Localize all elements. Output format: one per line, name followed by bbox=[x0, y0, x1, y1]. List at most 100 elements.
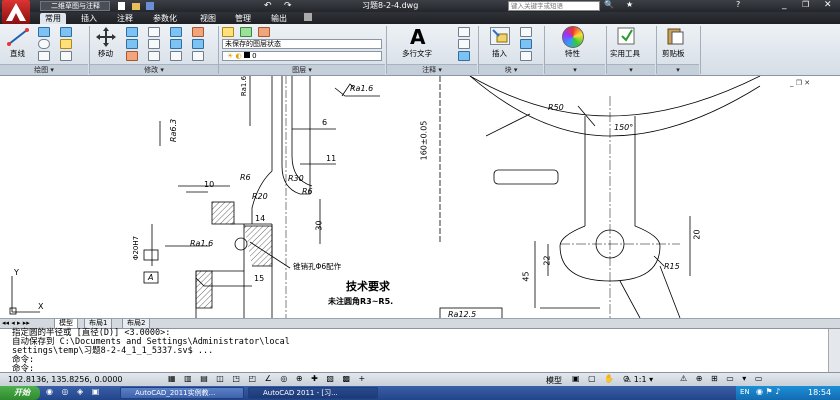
layers-panel-title[interactable]: 图层 ▾ bbox=[219, 64, 385, 75]
attribute-icon[interactable] bbox=[520, 51, 532, 61]
undo-icon[interactable]: ↶ bbox=[264, 1, 272, 11]
dim-ra16-mid: Ra1.6 bbox=[190, 239, 214, 248]
tab-view[interactable]: 视图 bbox=[195, 13, 221, 24]
block-panel-title[interactable]: 块 ▾ bbox=[479, 64, 543, 75]
annotation-panel-title[interactable]: 注释 ▾ bbox=[387, 64, 477, 75]
workspace-selector[interactable]: 二维草图与注释 bbox=[40, 1, 110, 11]
tab-annotate[interactable]: 注释 bbox=[112, 13, 138, 24]
status-tray-icons[interactable]: ⚠ ⊕ ⊞ ▭ ▾ ▭ bbox=[680, 374, 765, 383]
scale-icon[interactable] bbox=[148, 51, 160, 61]
binoculars-icon[interactable]: 🔍 bbox=[604, 0, 614, 9]
ucs-y-label: Y bbox=[14, 268, 19, 277]
tab-manage[interactable]: 管理 bbox=[230, 13, 256, 24]
erase-icon[interactable] bbox=[170, 27, 182, 37]
utilities-panel-title[interactable]: ▾ bbox=[607, 64, 655, 75]
properties-icon[interactable] bbox=[562, 26, 584, 48]
dim-ra16-top: Ra1.6 bbox=[240, 76, 249, 97]
redo-icon[interactable]: ↷ bbox=[284, 1, 292, 11]
explode-icon[interactable] bbox=[170, 39, 182, 49]
dim-phi20: Φ20H7 bbox=[132, 235, 141, 261]
clipboard-panel-title[interactable]: ▾ bbox=[657, 64, 699, 75]
offset-icon[interactable] bbox=[170, 51, 182, 61]
tab-home[interactable]: 常用 bbox=[40, 13, 66, 24]
status-bar: 102.8136, 135.8256, 0.0000 ▦ ▥ ▤ ◫ ◳ ◰ ∠… bbox=[0, 372, 840, 386]
clipboard-icon[interactable] bbox=[665, 26, 685, 46]
hatch-icon[interactable] bbox=[60, 39, 72, 49]
tab-output[interactable]: 输出 bbox=[266, 13, 292, 24]
command-history-line: 命令: bbox=[12, 355, 35, 365]
polyline-icon[interactable] bbox=[38, 27, 50, 37]
layer-properties-icon[interactable] bbox=[222, 27, 234, 37]
annotation-scale[interactable]: ⚠ 1:1 ▾ bbox=[624, 375, 653, 384]
layer-freeze-icon[interactable] bbox=[240, 27, 252, 37]
close-icon[interactable]: ✕ bbox=[824, 0, 832, 10]
utilities-label: 实用工具 bbox=[610, 49, 640, 58]
layer-dropdown[interactable]: ☀ ◐ 0 bbox=[222, 51, 382, 61]
command-window[interactable]: 指定圆的半径或 [直径(D)] <3.0000>: 自动保存到 C:\Docum… bbox=[0, 328, 840, 374]
line-tool-icon[interactable] bbox=[6, 27, 30, 47]
tab-insert[interactable]: 插入 bbox=[76, 13, 102, 24]
properties-panel-title[interactable]: ▾ bbox=[545, 64, 605, 75]
arc-icon[interactable] bbox=[38, 51, 50, 61]
minimize-icon[interactable]: _ bbox=[782, 0, 787, 10]
layer-state-dropdown[interactable]: 未保存的图层状态 bbox=[222, 39, 382, 49]
drafting-toggles: ▦ ▥ ▤ ◫ ◳ ◰ ∠ ◎ ⊕ ✚ ▧ ▩ + bbox=[168, 374, 369, 383]
leader-icon[interactable] bbox=[458, 39, 470, 49]
start-button[interactable]: 开始 bbox=[0, 386, 40, 400]
app-logo-icon[interactable] bbox=[2, 0, 30, 24]
info-icon[interactable]: ★ bbox=[626, 0, 633, 9]
dim-30: 30 bbox=[314, 220, 324, 231]
taskbar-item-tutorial[interactable]: AutoCAD_2011实例教... bbox=[120, 387, 244, 399]
fillet-icon[interactable] bbox=[192, 27, 204, 37]
chamfer-icon[interactable] bbox=[192, 51, 204, 61]
utilities-icon[interactable] bbox=[616, 26, 638, 46]
layout-tab-bar: ◂◂ ◂ ▸ ▸▸ 模型 布局1 布局2 bbox=[0, 318, 840, 329]
modify-panel-title[interactable]: 修改 ▾ bbox=[90, 64, 218, 75]
move-tool-icon[interactable] bbox=[95, 27, 117, 47]
array-icon[interactable] bbox=[192, 39, 204, 49]
rotate-icon[interactable] bbox=[126, 27, 138, 37]
search-input[interactable]: 键入关键字或短语 bbox=[508, 1, 600, 11]
clipboard-label: 剪贴板 bbox=[662, 49, 685, 58]
paste-icon bbox=[667, 28, 684, 45]
dim-11: 11 bbox=[326, 154, 337, 163]
tray-icons[interactable]: ◉ ⚑ ♪ bbox=[756, 387, 780, 396]
tech-requirements-title: 技术要求 bbox=[346, 280, 390, 293]
drawing-canvas[interactable]: _ ❐ ✕ Ra1.6 Ra1.6 6 11 160±0.05 Ra6.3 R6… bbox=[0, 76, 840, 318]
tab-nav-icon[interactable]: ◂◂ ◂ ▸ ▸▸ bbox=[2, 319, 30, 327]
create-block-icon[interactable] bbox=[520, 27, 532, 37]
command-scrollbar[interactable] bbox=[828, 329, 840, 372]
ribbon-toggle-icon[interactable] bbox=[304, 13, 312, 21]
dimension-icon[interactable] bbox=[458, 27, 470, 37]
circle-icon[interactable] bbox=[38, 39, 50, 49]
taskbar-item-autocad[interactable]: AutoCAD 2011 - [习... bbox=[248, 387, 378, 399]
insert-block-icon[interactable] bbox=[490, 27, 510, 45]
layer-iso-icon[interactable] bbox=[258, 27, 270, 37]
trim-icon[interactable] bbox=[148, 27, 160, 37]
windows-taskbar: 开始 ◉ ◎ ◈ ▣ AutoCAD_2011实例教... AutoCAD 20… bbox=[0, 386, 840, 400]
line-icon bbox=[7, 28, 29, 46]
coordinate-readout[interactable]: 102.8136, 135.8256, 0.0000 bbox=[8, 375, 123, 384]
open-icon[interactable] bbox=[132, 3, 140, 10]
table-icon[interactable] bbox=[458, 51, 470, 61]
save-icon[interactable] bbox=[146, 2, 154, 10]
help-icon[interactable]: ? bbox=[736, 0, 740, 9]
restore-icon[interactable]: ❐ bbox=[802, 0, 809, 9]
quicklaunch-icons[interactable]: ◉ ◎ ◈ ▣ bbox=[46, 387, 102, 396]
new-icon[interactable] bbox=[118, 2, 125, 10]
dim-r20: R20 bbox=[252, 192, 268, 201]
language-indicator[interactable]: EN bbox=[740, 388, 750, 396]
model-space-label[interactable]: 模型 bbox=[546, 375, 562, 386]
mirror-icon[interactable] bbox=[148, 39, 160, 49]
dim-r6b: R6 bbox=[302, 187, 313, 196]
copy-icon[interactable] bbox=[126, 39, 138, 49]
calculator-icon bbox=[617, 27, 635, 45]
tab-parametric[interactable]: 参数化 bbox=[148, 13, 182, 24]
region-icon[interactable] bbox=[60, 51, 72, 61]
rectangle-icon[interactable] bbox=[60, 27, 72, 37]
dim-10: 10 bbox=[204, 180, 215, 189]
stretch-icon[interactable] bbox=[126, 51, 138, 61]
edit-block-icon[interactable] bbox=[520, 39, 532, 49]
draw-panel-title[interactable]: 绘图 ▾ bbox=[0, 64, 88, 75]
mtext-tool-icon[interactable]: A bbox=[410, 27, 430, 47]
